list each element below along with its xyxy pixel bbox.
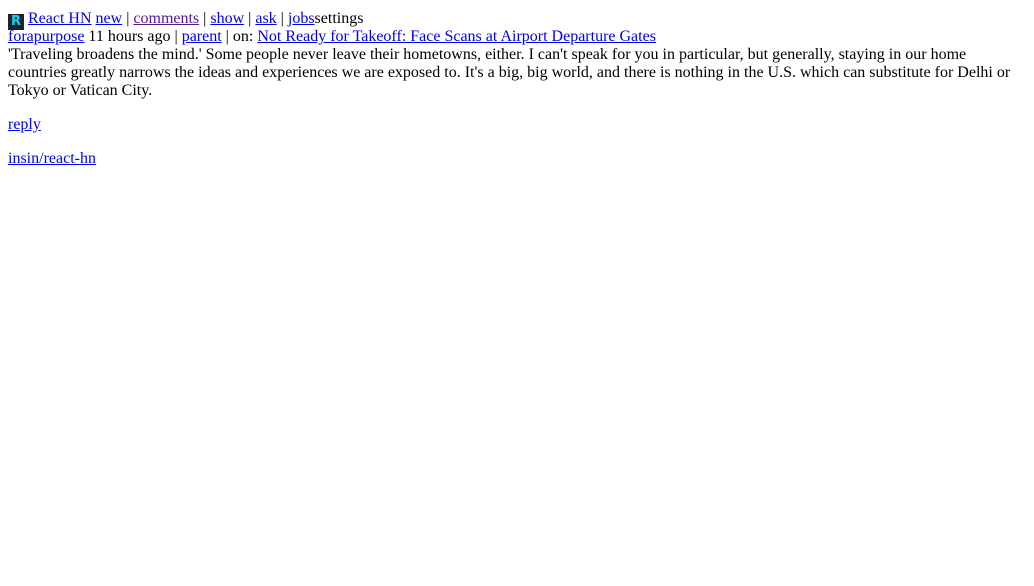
comment-author-link[interactable]: forapurpose xyxy=(8,28,84,45)
repo-link[interactable]: insin/react-hn xyxy=(8,150,96,167)
comment-text: 'Traveling broadens the mind.' Some peop… xyxy=(8,46,1011,99)
comment: forapurpose 11 hours ago | parent | on: … xyxy=(8,28,1026,134)
nav-new-link[interactable]: new xyxy=(96,10,123,27)
meta-separator: | xyxy=(170,28,182,45)
nav-settings-toggle[interactable]: settings xyxy=(315,10,364,27)
nav-separator: | xyxy=(122,10,134,27)
nav-separator: | xyxy=(276,10,288,27)
top-nav: R React HN new | comments | show | ask | … xyxy=(8,10,1026,30)
parent-link[interactable]: parent xyxy=(182,28,222,45)
reply-link[interactable]: reply xyxy=(8,116,41,133)
on-label: on: xyxy=(232,28,254,45)
brand-link[interactable]: React HN xyxy=(28,10,92,27)
nav-separator: | xyxy=(244,10,256,27)
story-title-link[interactable]: Not Ready for Takeoff: Face Scans at Air… xyxy=(257,28,656,45)
nav-ask-link[interactable]: ask xyxy=(255,10,276,27)
footer: insin/react-hn xyxy=(8,150,1026,168)
nav-comments-link[interactable]: comments xyxy=(133,10,199,27)
comment-meta: forapurpose 11 hours ago | parent | on: … xyxy=(8,28,1026,46)
nav-show-link[interactable]: show xyxy=(210,10,244,27)
page: R React HN new | comments | show | ask | … xyxy=(8,10,1026,168)
comment-age: 11 hours ago xyxy=(88,28,171,45)
meta-separator: | xyxy=(221,28,233,45)
nav-jobs-link[interactable]: jobs xyxy=(288,10,315,27)
nav-separator: | xyxy=(199,10,211,27)
comment-actions: reply xyxy=(8,116,1026,134)
